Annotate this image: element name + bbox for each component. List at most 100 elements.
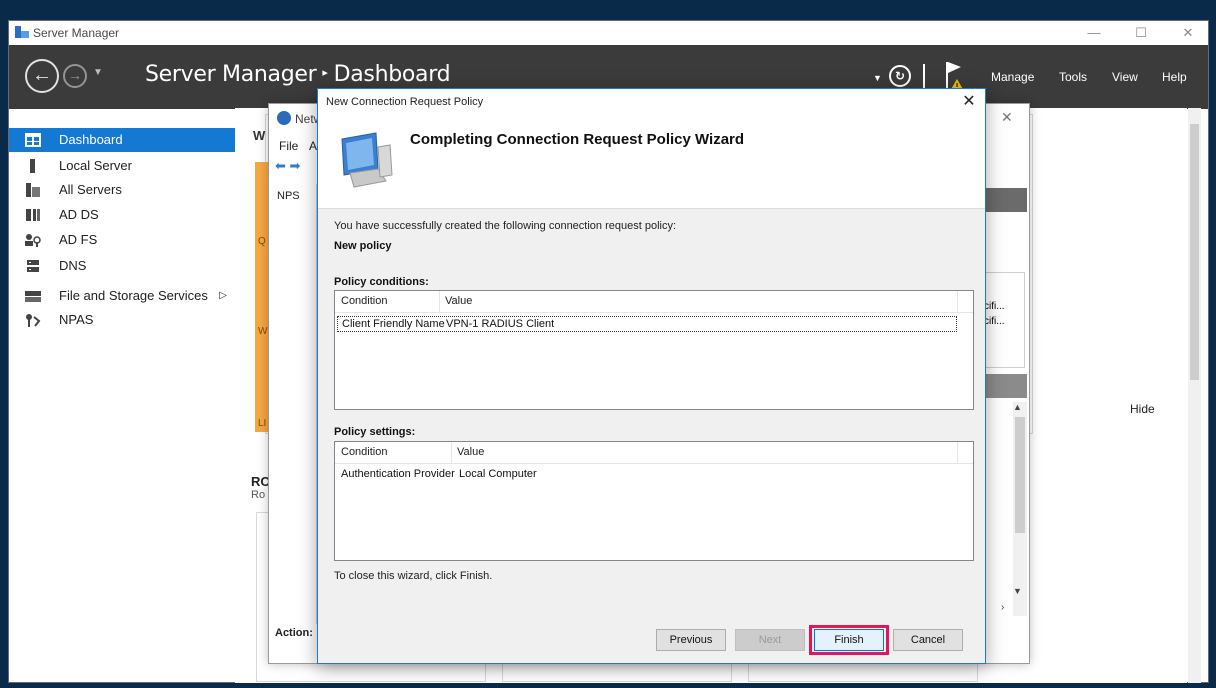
nps-pane-header bbox=[979, 188, 1027, 212]
maximize-button[interactable]: ☐ bbox=[1126, 24, 1156, 42]
wizard-title: New Connection Request Policy bbox=[326, 96, 484, 108]
scroll-up-icon[interactable]: ▲ bbox=[1013, 402, 1022, 412]
welcome-heading: W bbox=[253, 128, 266, 143]
breadcrumb-separator-icon: ▸ bbox=[322, 66, 328, 79]
chevron-right-icon[interactable]: › bbox=[1001, 602, 1004, 613]
sidebar-item-local-server[interactable]: Local Server bbox=[9, 154, 235, 178]
column-header-value[interactable]: Value bbox=[457, 446, 484, 458]
column-header-value[interactable]: Value bbox=[445, 295, 472, 307]
title-bar: Server Manager — ☐ ✕ bbox=[9, 21, 1208, 45]
header-filler bbox=[957, 291, 973, 313]
column-header-condition[interactable]: Condition bbox=[341, 295, 387, 307]
forward-arrow-icon[interactable]: → bbox=[63, 64, 87, 88]
nps-scrollbar-thumb[interactable] bbox=[1015, 417, 1025, 533]
back-arrow-icon[interactable]: ← bbox=[25, 59, 59, 93]
sidebar-item-file-storage[interactable]: File and Storage Services ▷ bbox=[9, 284, 235, 308]
menu-tools[interactable]: Tools bbox=[1059, 70, 1087, 84]
sidebar-item-label: AD DS bbox=[59, 207, 99, 222]
list-header: Condition Value bbox=[335, 442, 973, 464]
wizard-title-bar: New Connection Request Policy ✕ bbox=[318, 89, 985, 115]
cell-value: VPN-1 RADIUS Client bbox=[446, 318, 555, 330]
server-icon bbox=[30, 159, 35, 173]
sidebar-item-label: DNS bbox=[59, 258, 87, 273]
column-divider[interactable] bbox=[451, 442, 452, 464]
hide-link[interactable]: Hide bbox=[1130, 402, 1155, 416]
whats-new-letter: W bbox=[258, 326, 268, 337]
sidebar-item-ad-ds[interactable]: AD DS bbox=[9, 203, 235, 227]
close-icon[interactable]: ✕ bbox=[958, 92, 980, 112]
breadcrumb: Server Manager ▸ Dashboard bbox=[145, 62, 451, 87]
sidebar-item-label: AD FS bbox=[59, 232, 98, 247]
nps-pane-header bbox=[979, 374, 1027, 398]
policy-name: New policy bbox=[334, 240, 392, 252]
wizard-dialog: New Connection Request Policy ✕ Completi… bbox=[317, 88, 986, 664]
settings-title: Policy settings: bbox=[334, 426, 416, 438]
sidebar-item-label: File and Storage Services bbox=[59, 288, 208, 303]
menu-help[interactable]: Help bbox=[1162, 70, 1187, 84]
column-header-condition[interactable]: Condition bbox=[341, 446, 387, 458]
next-button[interactable]: Next bbox=[735, 629, 805, 651]
npas-icon bbox=[26, 314, 41, 327]
history-dropdown-icon[interactable]: ▼ bbox=[93, 67, 103, 78]
column-divider[interactable] bbox=[439, 291, 440, 313]
roles-subheading: Ro bbox=[251, 489, 266, 501]
finish-highlight-box bbox=[809, 625, 889, 655]
servers-icon bbox=[26, 183, 40, 197]
cancel-button[interactable]: Cancel bbox=[893, 629, 963, 651]
minimize-button[interactable]: — bbox=[1079, 24, 1109, 42]
nps-tree-root[interactable]: NPS bbox=[277, 190, 300, 202]
nps-list-item[interactable]: cifi... bbox=[984, 301, 1005, 312]
main-scrollbar-thumb[interactable] bbox=[1190, 124, 1199, 380]
conditions-title: Policy conditions: bbox=[334, 276, 429, 288]
sidebar-item-dashboard[interactable]: Dashboard bbox=[9, 128, 235, 152]
sidebar-item-label: All Servers bbox=[59, 182, 122, 197]
breadcrumb-page: Dashboard bbox=[333, 62, 451, 87]
table-row[interactable]: Authentication Provider Local Computer bbox=[337, 467, 957, 483]
monitor-icon bbox=[341, 132, 393, 188]
refresh-dropdown-icon[interactable]: ▼ bbox=[873, 73, 882, 83]
nps-menu-action[interactable]: A bbox=[309, 139, 317, 153]
nps-tree-pane bbox=[273, 184, 317, 624]
table-row[interactable]: Client Friendly Name VPN-1 RADIUS Client bbox=[337, 316, 957, 332]
nps-menu-file[interactable]: File bbox=[279, 139, 298, 153]
menu-view[interactable]: View bbox=[1112, 70, 1138, 84]
dns-icon bbox=[27, 260, 39, 272]
quick-start-letter: Q bbox=[258, 236, 266, 247]
ad-ds-icon bbox=[26, 209, 40, 221]
ad-fs-icon bbox=[25, 234, 41, 247]
sidebar-item-ad-fs[interactable]: AD FS bbox=[9, 228, 235, 252]
cell-condition: Authentication Provider bbox=[341, 468, 455, 480]
sidebar-item-dns[interactable]: DNS bbox=[9, 254, 235, 278]
nps-nav-arrows-icon[interactable]: ⬅ ➡ bbox=[275, 158, 300, 174]
sidebar-item-all-servers[interactable]: All Servers bbox=[9, 178, 235, 202]
refresh-icon[interactable]: ↻ bbox=[889, 65, 911, 87]
storage-icon bbox=[25, 291, 41, 302]
nps-globe-icon bbox=[277, 111, 291, 125]
server-manager-icon bbox=[15, 26, 29, 38]
wizard-heading: Completing Connection Request Policy Wiz… bbox=[410, 131, 745, 148]
cell-value: Local Computer bbox=[459, 468, 537, 480]
conditions-list[interactable]: Condition Value Client Friendly Name VPN… bbox=[334, 290, 974, 410]
scroll-down-icon[interactable]: ▼ bbox=[1013, 586, 1022, 596]
wizard-header: Completing Connection Request Policy Wiz… bbox=[318, 115, 985, 209]
dashboard-icon bbox=[25, 133, 41, 147]
header-divider bbox=[923, 64, 925, 88]
nps-close-icon[interactable]: ✕ bbox=[1001, 109, 1013, 126]
wizard-body: You have successfully created the follow… bbox=[318, 210, 985, 665]
header-filler bbox=[957, 442, 973, 464]
menu-manage[interactable]: Manage bbox=[991, 70, 1034, 84]
chevron-right-icon[interactable]: ▷ bbox=[219, 284, 227, 308]
quick-start-strip bbox=[255, 162, 269, 432]
settings-list[interactable]: Condition Value Authentication Provider … bbox=[334, 441, 974, 561]
sidebar-item-npas[interactable]: NPAS bbox=[9, 308, 235, 332]
nps-action-label: Action: bbox=[275, 627, 313, 639]
close-button[interactable]: ✕ bbox=[1173, 24, 1203, 42]
breadcrumb-app: Server Manager bbox=[145, 62, 317, 87]
close-hint: To close this wizard, click Finish. bbox=[334, 570, 493, 582]
nps-list-item[interactable]: cifi... bbox=[984, 316, 1005, 327]
sidebar-item-label: NPAS bbox=[59, 312, 94, 327]
sidebar-item-label: Dashboard bbox=[59, 132, 123, 147]
sidebar-item-label: Local Server bbox=[59, 158, 132, 173]
previous-button[interactable]: Previous bbox=[656, 629, 726, 651]
cell-condition: Client Friendly Name bbox=[342, 318, 445, 330]
